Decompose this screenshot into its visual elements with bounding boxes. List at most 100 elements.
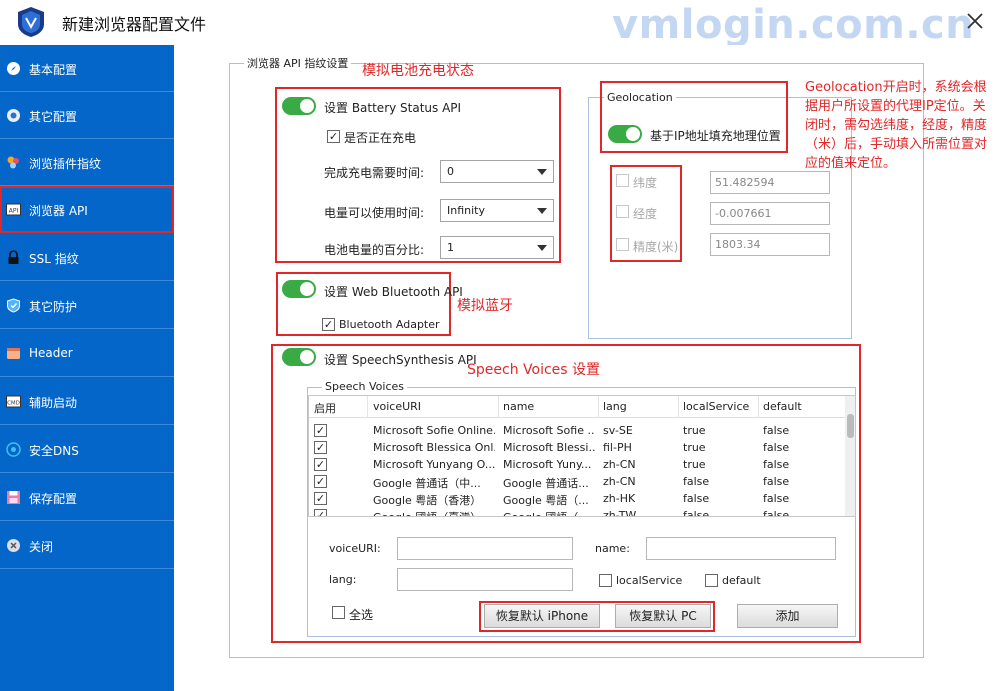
select-all-checkbox[interactable] — [332, 606, 345, 619]
restore-pc-button[interactable]: 恢复默认 PC — [615, 604, 711, 628]
column-enabled: 启用 — [314, 402, 336, 415]
api-fingerprint-group-title: 浏览器 API 指纹设置 — [244, 55, 352, 71]
table-row[interactable]: ✓ Google 普通话（中... Google 普通话... zh-CN fa… — [309, 474, 843, 491]
local-service-checkbox[interactable] — [599, 574, 612, 587]
row-enabled-checkbox[interactable]: ✓ — [314, 441, 327, 454]
sidebar-item-plugin-fingerprint[interactable]: 浏览插件指纹 — [0, 139, 174, 186]
column-default: default — [763, 400, 802, 413]
column-local-service: localService — [683, 400, 750, 413]
local-service-label: localService — [616, 574, 683, 587]
bluetooth-adapter-checkbox[interactable]: ✓ — [322, 318, 335, 331]
battery-level-label: 电池电量的百分比: — [324, 243, 425, 257]
geolocation-annotation: Geolocation开启时，系统会根据用户所设置的代理IP定位。关闭时，需勾选… — [805, 80, 988, 171]
cmd-icon: CMD — [5, 393, 21, 409]
close-circle-icon — [5, 537, 21, 553]
scrollbar-thumb[interactable] — [847, 414, 854, 438]
compass-icon — [5, 60, 21, 76]
charge-time-label: 完成充电需要时间: — [324, 166, 425, 180]
table-row[interactable]: ✓ Google 國語（臺灣） Google 國語（... zh-TW fals… — [309, 508, 843, 516]
voices-table: 启用 voiceURI name lang localService defau… — [308, 395, 856, 517]
lock-icon — [5, 249, 21, 265]
sidebar-item-other-protection[interactable]: 其它防护 — [0, 282, 174, 329]
discharge-time-label: 电量可以使用时间: — [324, 206, 425, 220]
close-icon — [967, 13, 983, 29]
sidebar-item-browser-api[interactable]: API 浏览器 API — [0, 186, 174, 233]
default-checkbox[interactable] — [705, 574, 718, 587]
restore-iphone-button[interactable]: 恢复默认 iPhone — [484, 604, 600, 628]
latitude-label: 纬度 — [633, 176, 658, 190]
row-enabled-checkbox[interactable]: ✓ — [314, 458, 327, 471]
default-label: default — [722, 574, 761, 587]
sidebar: 基本配置 其它配置 浏览插件指纹 API 浏览器 API SSL 指纹 其它防护… — [0, 45, 174, 691]
lang-label: lang: — [329, 573, 357, 586]
voices-table-scrollbar[interactable] — [845, 396, 855, 516]
sidebar-item-basic[interactable]: 基本配置 — [0, 45, 174, 92]
bluetooth-toggle-label: 设置 Web Bluetooth API — [324, 285, 463, 299]
discharge-time-select[interactable]: Infinity — [440, 199, 554, 222]
charge-time-select[interactable]: 0 — [440, 160, 554, 183]
row-enabled-checkbox[interactable]: ✓ — [314, 492, 327, 505]
longitude-checkbox[interactable] — [616, 205, 629, 218]
column-name: name — [503, 400, 535, 413]
sidebar-item-save[interactable]: 保存配置 — [0, 474, 174, 521]
sidebar-item-secure-dns[interactable]: 安全DNS — [0, 426, 174, 473]
geolocation-toggle-label: 基于IP地址填充地理位置 — [650, 129, 781, 143]
close-window-button[interactable] — [960, 6, 990, 36]
save-icon — [5, 489, 21, 505]
api-icon: API — [5, 201, 21, 217]
table-row[interactable]: ✓ Google 粤語（香港） Google 粤語（... zh-HK fals… — [309, 491, 843, 508]
sidebar-item-header[interactable]: Header — [0, 330, 174, 377]
latitude-input[interactable]: 51.482594 — [710, 171, 830, 194]
charging-label: 是否正在充电 — [344, 131, 417, 145]
accuracy-checkbox[interactable] — [616, 238, 629, 251]
speech-toggle-label: 设置 SpeechSynthesis API — [324, 353, 477, 367]
title-bar: 新建浏览器配置文件 vmlogin.com.cn — [0, 0, 998, 48]
lang-input[interactable] — [397, 568, 573, 591]
app-logo-icon — [16, 6, 46, 38]
sidebar-item-other[interactable]: 其它配置 — [0, 92, 174, 139]
longitude-input[interactable]: -0.007661 — [710, 202, 830, 225]
table-row[interactable]: ✓ Microsoft Blessica Onl... Microsoft Bl… — [309, 440, 843, 457]
sidebar-item-ssl-fingerprint[interactable]: SSL 指纹 — [0, 234, 174, 281]
battery-annotation: 模拟电池充电状态 — [362, 63, 474, 79]
svg-text:CMD: CMD — [7, 400, 20, 406]
table-row[interactable]: ✓ Microsoft Sofie Online... Microsoft So… — [309, 423, 843, 440]
header-icon — [5, 345, 21, 361]
watermark: vmlogin.com.cn — [612, 2, 975, 48]
shield-icon — [5, 297, 21, 313]
battery-toggle[interactable] — [282, 97, 316, 115]
longitude-label: 经度 — [633, 207, 658, 221]
name-input[interactable] — [646, 537, 836, 560]
dns-icon — [5, 441, 21, 457]
accuracy-input[interactable]: 1803.34 — [710, 233, 830, 256]
sidebar-item-assisted-launch[interactable]: CMD 辅助启动 — [0, 378, 174, 425]
battery-level-select[interactable]: 1 — [440, 236, 554, 259]
speech-annotation: Speech Voices 设置 — [467, 362, 601, 378]
column-voiceuri: voiceURI — [373, 400, 422, 413]
table-row[interactable]: ✓ Microsoft Yunyang O... Microsoft Yuny.… — [309, 457, 843, 474]
window-title: 新建浏览器配置文件 — [62, 15, 207, 34]
sidebar-item-close[interactable]: 关闭 — [0, 522, 174, 569]
speech-voices-title: Speech Voices — [322, 380, 408, 393]
battery-toggle-label: 设置 Battery Status API — [324, 101, 462, 115]
geolocation-toggle[interactable] — [608, 125, 642, 143]
bluetooth-toggle[interactable] — [282, 280, 316, 298]
main-panel: 浏览器 API 指纹设置 模拟电池充电状态 设置 Battery Status … — [174, 45, 998, 691]
select-all-label: 全选 — [349, 608, 374, 622]
name-label: name: — [595, 542, 630, 555]
row-enabled-checkbox[interactable]: ✓ — [314, 424, 327, 437]
speech-toggle[interactable] — [282, 348, 316, 366]
column-lang: lang — [603, 400, 627, 413]
voiceuri-input[interactable] — [397, 537, 573, 560]
bluetooth-annotation: 模拟蓝牙 — [457, 298, 513, 314]
accuracy-label: 精度(米) — [633, 240, 679, 254]
bluetooth-adapter-label: Bluetooth Adapter — [339, 318, 440, 331]
row-enabled-checkbox[interactable]: ✓ — [314, 475, 327, 488]
row-enabled-checkbox[interactable]: ✓ — [314, 509, 327, 516]
geolocation-group-title: Geolocation — [604, 91, 676, 104]
charging-checkbox[interactable]: ✓ — [327, 130, 340, 143]
svg-text:API: API — [8, 207, 18, 214]
browser-icon — [5, 107, 21, 123]
add-voice-button[interactable]: 添加 — [737, 604, 838, 628]
latitude-checkbox[interactable] — [616, 174, 629, 187]
